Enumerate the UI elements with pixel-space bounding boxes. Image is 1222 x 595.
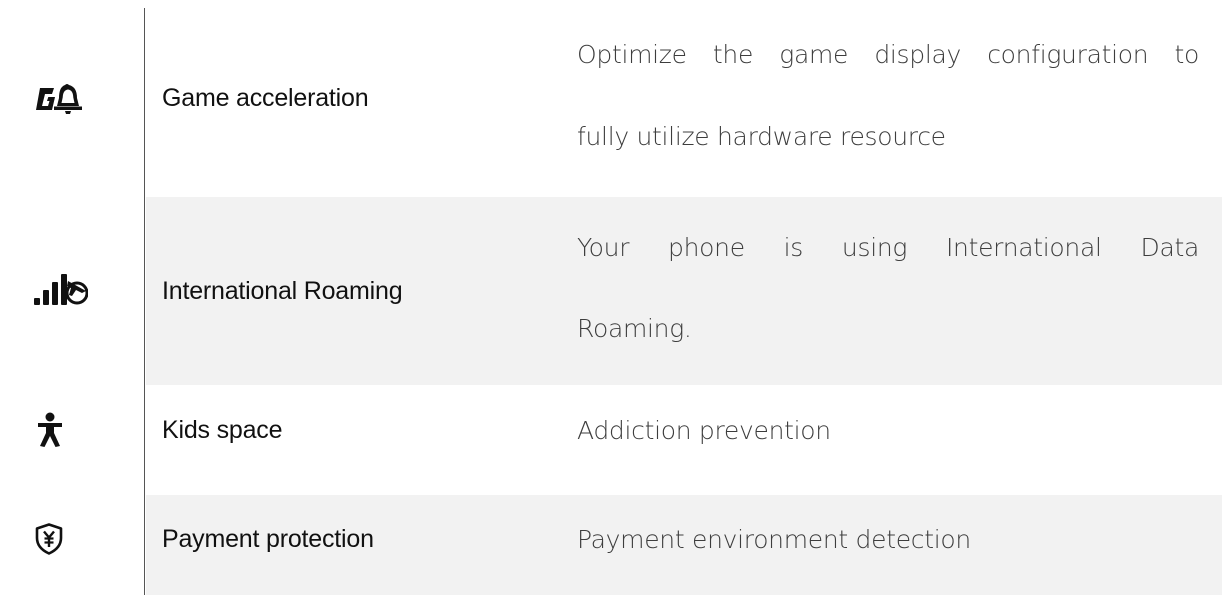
feature-description: Addiction prevention [577, 415, 831, 445]
icon-cell [0, 197, 144, 385]
table-row-international-roaming: International Roaming Your phone is usin… [0, 197, 1222, 385]
kids-space-icon [34, 412, 64, 448]
description-line: Optimize the game display configuration … [577, 40, 1199, 69]
table-row-kids-space: Kids space Addiction prevention [0, 385, 1222, 495]
column-divider [144, 8, 145, 595]
description-line: Roaming. [577, 314, 692, 343]
game-acceleration-icon [34, 82, 84, 116]
icon-cell [0, 0, 144, 197]
feature-name: Payment protection [162, 524, 374, 553]
description-line: Your phone is using International Data [577, 233, 1199, 262]
feature-name: Kids space [162, 415, 283, 444]
feature-description: Payment environment detection [577, 524, 971, 554]
table-row-game-acceleration: Game acceleration Optimize the game disp… [0, 0, 1222, 197]
international-roaming-icon [34, 272, 88, 310]
payment-protection-icon [34, 523, 64, 555]
description-line: fully utilize hardware resource [577, 122, 946, 151]
feature-name: International Roaming [162, 276, 403, 305]
feature-description: Optimize the game display configuration … [577, 0, 1199, 197]
table-row-payment-protection: Payment protection Payment environment d… [0, 495, 1222, 583]
icon-cell [0, 495, 144, 583]
feature-name: Game acceleration [162, 84, 369, 112]
icon-cell [0, 385, 144, 475]
feature-description: Your phone is using International Data R… [577, 197, 1199, 385]
